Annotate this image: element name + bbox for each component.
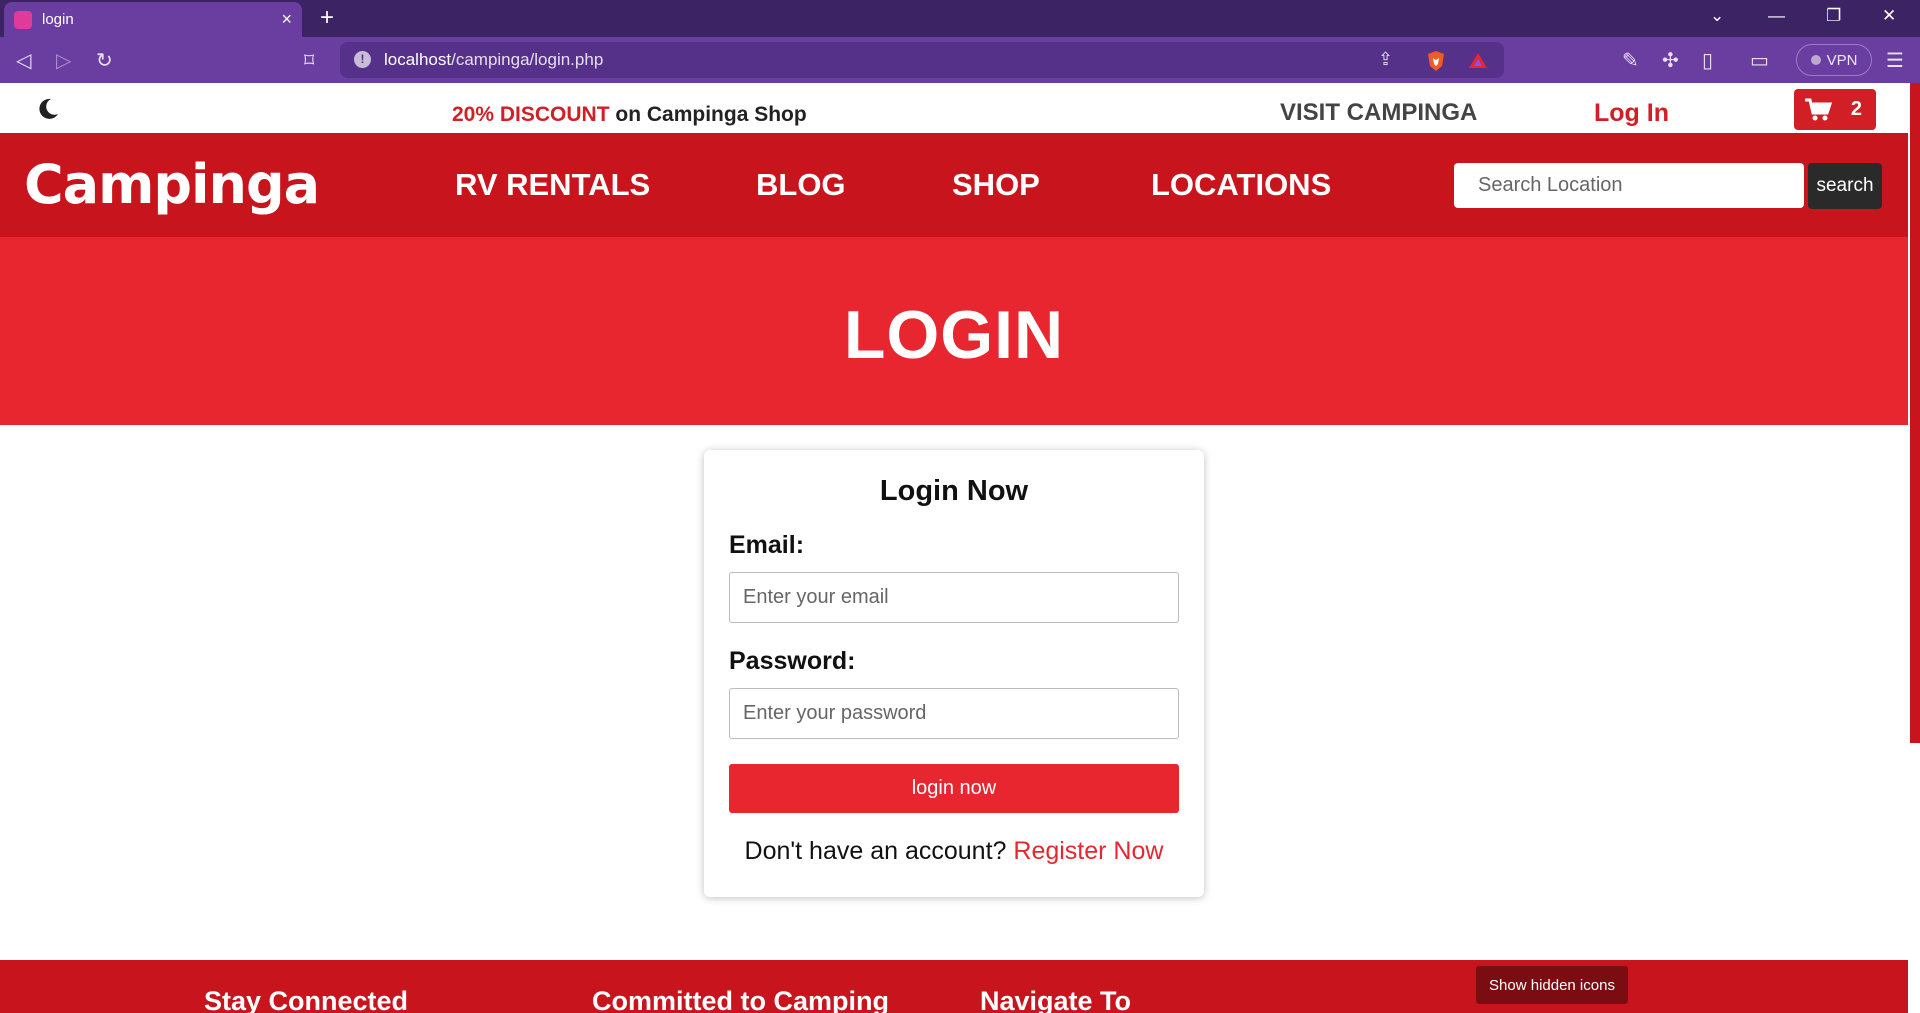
address-bar[interactable]: ! localhost/campinga/login.php ⇪ [340, 42, 1504, 78]
register-prompt-text: Don't have an account? [744, 837, 1014, 865]
email-field[interactable] [729, 572, 1179, 623]
extensions-icon[interactable]: ✣ [1662, 48, 1679, 73]
nav-blog[interactable]: BLOG [756, 167, 846, 203]
login-form-title: Login Now [879, 475, 1029, 507]
tab-title: login [42, 11, 74, 28]
share-icon[interactable]: ⇪ [1378, 49, 1393, 70]
vpn-button[interactable]: VPN [1796, 44, 1872, 76]
login-submit-button[interactable]: login now [729, 764, 1179, 813]
page-title: LOGIN [843, 297, 1065, 373]
nav-rv-rentals[interactable]: RV RENTALS [455, 167, 650, 203]
brave-rewards-icon[interactable] [1468, 50, 1488, 72]
search-button[interactable]: search [1808, 163, 1882, 209]
menu-icon[interactable]: ☰ [1886, 48, 1904, 73]
visit-campinga-link[interactable]: VISIT CAMPINGA [1280, 99, 1477, 127]
footer-heading-stay-connected: Stay Connected [204, 986, 409, 1013]
page-scrollbar[interactable] [1908, 83, 1920, 1013]
new-tab-icon[interactable]: + [320, 4, 334, 32]
cart-button[interactable]: 2 [1794, 89, 1876, 130]
scrollbar-thumb[interactable] [1910, 83, 1920, 743]
search-location-input[interactable] [1454, 163, 1804, 208]
promo-highlight: 20% DISCOUNT [452, 103, 610, 126]
main-navigation: Campinga RV RENTALS BLOG SHOP LOCATIONS … [0, 133, 1908, 237]
favicon-icon [14, 10, 32, 29]
minimize-icon[interactable]: — [1768, 6, 1785, 26]
register-link[interactable]: Register Now [1013, 837, 1163, 865]
vpn-label: VPN [1826, 51, 1858, 69]
footer-heading-navigate: Navigate To [980, 986, 1132, 1013]
site-info-icon[interactable]: ! [354, 51, 371, 68]
dark-mode-moon-icon[interactable] [36, 97, 60, 121]
browser-tab-bar: login × + ⌄ — ❐ ✕ [0, 0, 1920, 37]
campinga-logo[interactable]: Campinga [24, 153, 320, 216]
login-link[interactable]: Log In [1594, 99, 1669, 128]
browser-toolbar: ◁ ▷ ↻ ⌑ ! localhost/campinga/login.php ⇪… [0, 37, 1920, 83]
promo-bar: 20% DISCOUNT on Campinga Shop VISIT CAMP… [0, 83, 1908, 133]
page-hero: LOGIN [0, 237, 1908, 425]
url-text[interactable]: localhost/campinga/login.php [384, 50, 603, 70]
tab-search-chevron-icon[interactable]: ⌄ [1710, 6, 1724, 26]
nav-shop[interactable]: SHOP [952, 167, 1040, 203]
back-icon[interactable]: ◁ [16, 48, 31, 73]
bookmark-icon[interactable]: ⌑ [304, 48, 314, 73]
tab-close-icon[interactable]: × [281, 9, 292, 30]
vpn-status-icon [1810, 55, 1821, 65]
browser-tab[interactable]: login × [4, 2, 302, 37]
promo-rest: on Campinga Shop [609, 103, 807, 126]
reload-icon[interactable]: ↻ [96, 48, 113, 73]
sidebar-icon[interactable]: ▯ [1702, 48, 1713, 73]
promo-text: 20% DISCOUNT on Campinga Shop [452, 103, 807, 127]
password-field[interactable] [729, 688, 1179, 739]
register-prompt: Don't have an account? Register Now [729, 837, 1179, 866]
login-form: Login Now Email: Password: login now Don… [704, 450, 1204, 897]
password-label: Password: [729, 647, 856, 675]
wallet-icon[interactable]: ▭ [1750, 48, 1769, 73]
brave-shields-icon[interactable] [1426, 50, 1446, 72]
forward-icon[interactable]: ▷ [56, 48, 71, 73]
window-close-icon[interactable]: ✕ [1882, 6, 1896, 26]
cart-icon [1805, 98, 1832, 120]
cart-count: 2 [1850, 98, 1862, 120]
restore-icon[interactable]: ❐ [1826, 6, 1841, 26]
nav-locations[interactable]: LOCATIONS [1151, 167, 1331, 203]
show-hidden-icons-tooltip: Show hidden icons [1476, 966, 1628, 1004]
footer-heading-committed: Committed to Camping [592, 986, 889, 1013]
eyedropper-icon[interactable]: ✎ [1622, 48, 1639, 73]
email-label: Email: [729, 531, 805, 559]
